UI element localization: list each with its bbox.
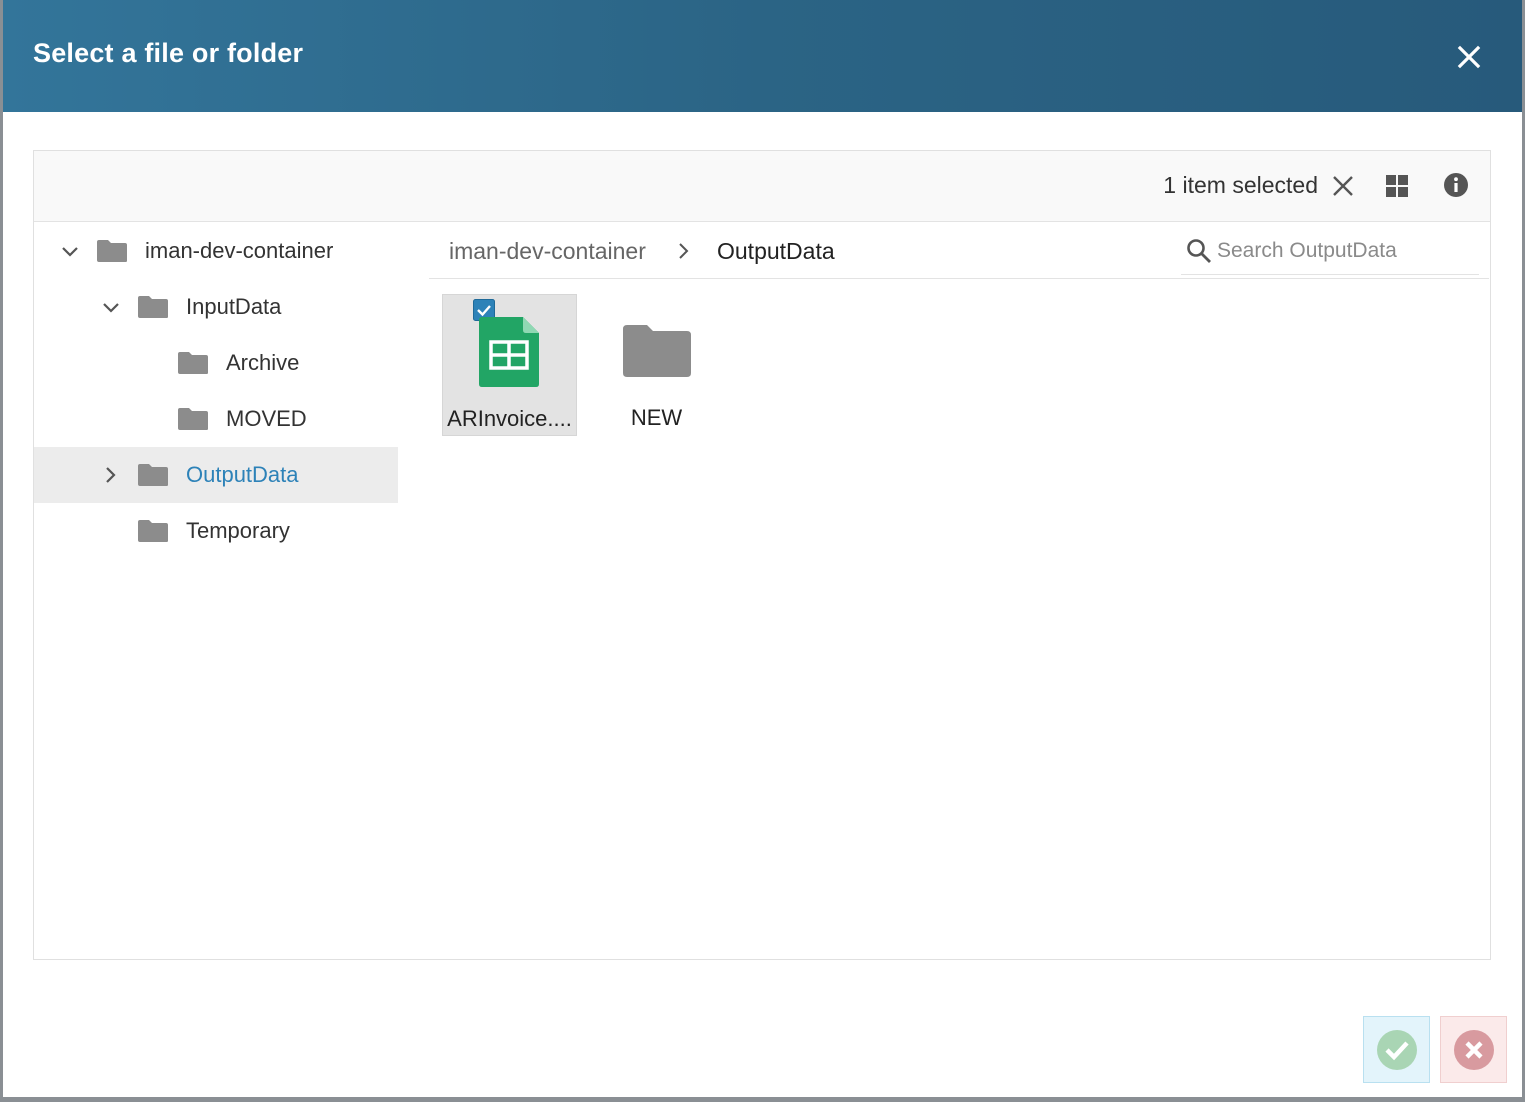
tree-item-label: InputData [186, 294, 282, 319]
clear-selection-button[interactable] [1330, 173, 1356, 199]
folder-icon [138, 520, 168, 542]
folder-icon [138, 464, 168, 486]
dialog-title: Select a file or folder [33, 38, 304, 68]
large-icons-view-button[interactable] [1384, 173, 1410, 199]
file-name: ARInvoice.... [447, 406, 572, 431]
search-icon [1187, 239, 1211, 263]
search-input[interactable] [1217, 235, 1472, 267]
file-explorer: 1 item selected iman-dev-container Input… [33, 150, 1491, 960]
ok-button[interactable] [1363, 1016, 1430, 1083]
tree-item-outputdata[interactable]: OutputData [34, 447, 398, 503]
info-icon [1444, 173, 1468, 197]
tree-item-label: OutputData [186, 462, 299, 487]
close-icon [1333, 176, 1353, 196]
folder-icon [178, 352, 208, 374]
folder-tile-new[interactable]: NEW [589, 294, 724, 436]
chevron-down-icon[interactable] [99, 295, 123, 319]
tree-item-label: iman-dev-container [145, 238, 334, 263]
chevron-down-icon[interactable] [58, 239, 82, 263]
cancel-circle-icon [1454, 1030, 1494, 1070]
tree-item-archive[interactable]: Archive [34, 335, 398, 391]
folder-icon [623, 325, 691, 377]
tree-item-iman-dev-container[interactable]: iman-dev-container [34, 223, 398, 279]
folder-icon [178, 408, 208, 430]
grid-view-icon [1386, 175, 1408, 197]
breadcrumb-current[interactable]: OutputData [717, 238, 835, 265]
breadcrumb: iman-dev-container OutputData [429, 223, 1489, 279]
folder-icon [97, 240, 127, 262]
cancel-button[interactable] [1440, 1016, 1507, 1083]
tree-item-moved[interactable]: MOVED [34, 391, 398, 447]
tree-item-label: MOVED [226, 406, 307, 431]
search-box [1181, 227, 1479, 275]
dialog-header: Select a file or folder [3, 0, 1522, 112]
chevron-right-icon [679, 243, 689, 259]
folder-icon [138, 296, 168, 318]
breadcrumb-root[interactable]: iman-dev-container [449, 238, 646, 265]
content-pane: iman-dev-container OutputData Search Out… [429, 223, 1491, 959]
close-icon [1457, 45, 1481, 69]
close-button[interactable] [1454, 42, 1484, 72]
tree-item-temporary[interactable]: Temporary [34, 503, 398, 559]
spreadsheet-file-icon [479, 317, 539, 387]
file-select-dialog: Select a file or folder 1 item selected [3, 0, 1522, 1097]
tree-item-label: Temporary [186, 518, 290, 543]
navigation-pane: iman-dev-container InputData Archive MOV… [34, 223, 398, 959]
explorer-toolbar: 1 item selected [34, 151, 1490, 222]
folder-name: NEW [630, 405, 683, 430]
chevron-right-icon[interactable] [98, 463, 122, 487]
file-tile-arinvoice[interactable]: ARInvoice.... [442, 294, 577, 436]
tree-item-label: Archive [226, 350, 300, 375]
check-circle-icon [1377, 1030, 1417, 1070]
selection-count: 1 item selected [1163, 172, 1318, 198]
tree-item-inputdata[interactable]: InputData [34, 279, 398, 335]
details-button[interactable] [1442, 171, 1470, 199]
